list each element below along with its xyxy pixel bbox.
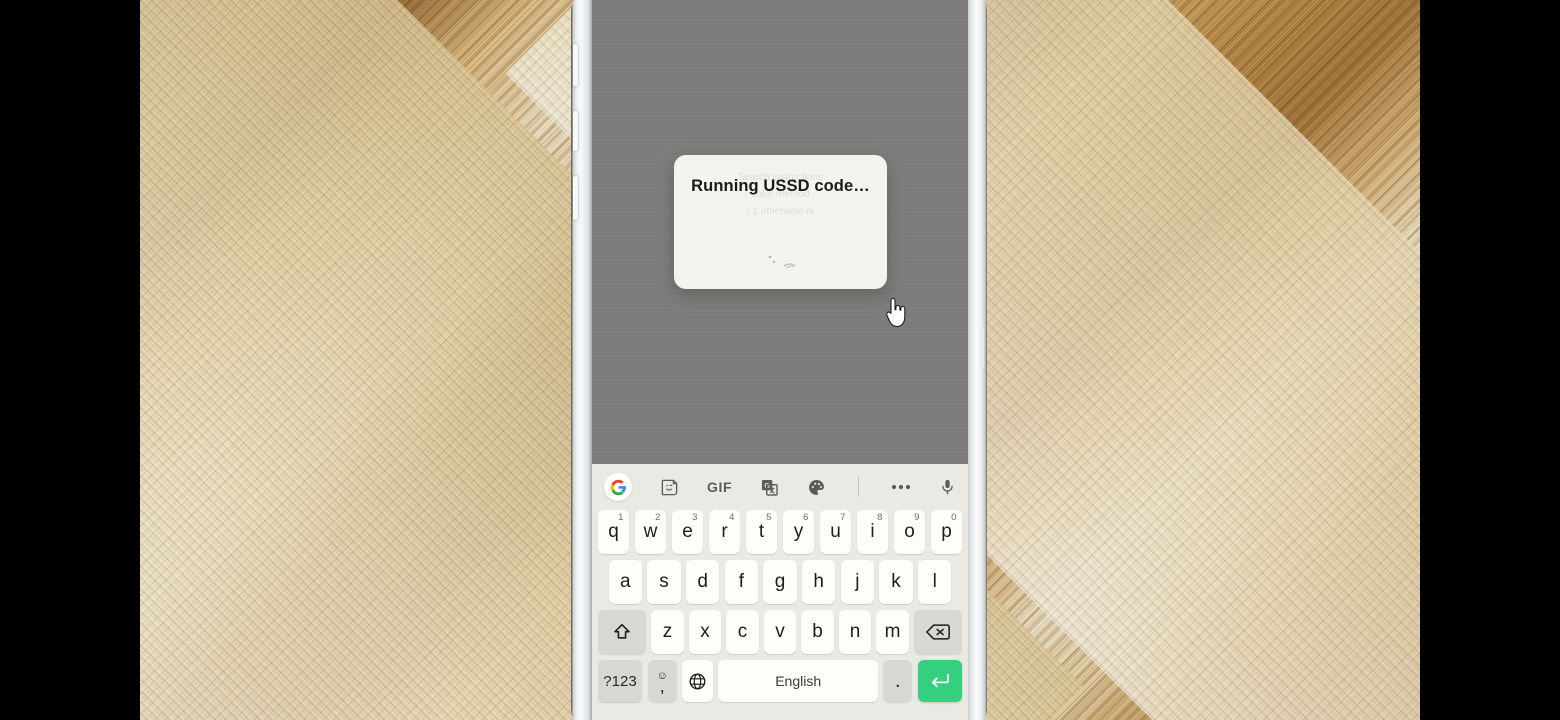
key-b[interactable]: b bbox=[801, 610, 834, 654]
toolbar-divider bbox=[858, 477, 860, 497]
more-options-icon bbox=[891, 484, 911, 490]
ussd-dialog-title: Running USSD code… bbox=[691, 177, 870, 195]
language-switch-key[interactable] bbox=[681, 660, 714, 702]
key-z[interactable]: z bbox=[651, 610, 684, 654]
keyboard-row-4: ?123 ☺ , English . bbox=[595, 660, 965, 702]
key-w-letter: w bbox=[643, 521, 658, 542]
symbols-key[interactable]: ?123 bbox=[597, 660, 643, 702]
key-p-digit: 0 bbox=[951, 512, 957, 523]
key-y[interactable]: 6y bbox=[782, 510, 815, 554]
translate-icon: G bbox=[762, 479, 778, 496]
ussd-progress-dialog: Search instructions color method / 1 oth… bbox=[674, 155, 887, 289]
keyboard-row-3: z x c v b n m bbox=[595, 610, 965, 654]
key-g[interactable]: g bbox=[763, 560, 797, 604]
key-j[interactable]: j bbox=[840, 560, 875, 604]
globe-icon bbox=[689, 673, 706, 689]
key-p[interactable]: 0p bbox=[930, 510, 963, 554]
key-e-digit: 3 bbox=[692, 512, 698, 523]
volume-up-button[interactable] bbox=[573, 44, 578, 86]
period-key[interactable]: . bbox=[883, 660, 913, 702]
key-t-letter: t bbox=[758, 521, 765, 542]
power-button[interactable] bbox=[573, 176, 578, 220]
key-s[interactable]: s bbox=[647, 560, 681, 604]
keyboard-toolbar: GIF G bbox=[592, 464, 968, 510]
keyboard-rows: 1q 2w 3e 4r 5t 6y 7u 8i 9o 0p a s d f g … bbox=[592, 510, 968, 702]
key-w-digit: 2 bbox=[655, 512, 661, 523]
backspace-icon bbox=[926, 624, 951, 640]
key-m[interactable]: m bbox=[876, 610, 909, 654]
screenshot-stage: Supports Smart Search To search for "Col… bbox=[0, 0, 1560, 720]
gboard-keyboard: GIF G 1 q 2 w 3 e 4 r 5 t 6 y 7 u 8 i 9 … bbox=[592, 464, 968, 720]
letterbox-right bbox=[1420, 0, 1560, 720]
key-t-digit: 5 bbox=[766, 512, 772, 523]
key-i[interactable]: 8i bbox=[856, 510, 889, 554]
key-u[interactable]: 7u bbox=[819, 510, 852, 554]
key-l[interactable]: l bbox=[917, 560, 952, 604]
key-i-letter: i bbox=[870, 521, 875, 542]
key-c[interactable]: c bbox=[726, 610, 759, 654]
key-p-letter: p bbox=[941, 521, 952, 542]
key-o[interactable]: 9o bbox=[893, 510, 926, 554]
side-button-right[interactable] bbox=[980, 326, 984, 368]
key-e-letter: e bbox=[682, 521, 693, 542]
key-a[interactable]: a bbox=[608, 560, 643, 604]
phone-screen: Supports Smart Search To search for "Col… bbox=[592, 0, 968, 720]
sticker-icon bbox=[661, 479, 678, 495]
gif-button[interactable]: GIF bbox=[707, 479, 732, 495]
key-d[interactable]: d bbox=[685, 560, 720, 604]
enter-arrow-icon bbox=[931, 673, 950, 688]
key-i-digit: 8 bbox=[877, 512, 883, 523]
key-q-digit: 1 bbox=[618, 512, 624, 523]
microphone-icon bbox=[942, 479, 953, 495]
key-r-digit: 4 bbox=[729, 512, 735, 523]
key-y-letter: y bbox=[793, 521, 804, 542]
key-n[interactable]: n bbox=[838, 610, 872, 654]
shift-arrow-icon bbox=[614, 623, 630, 639]
google-logo-button[interactable] bbox=[604, 473, 632, 501]
key-v[interactable]: v bbox=[763, 610, 797, 654]
letterbox-left bbox=[0, 0, 140, 720]
backspace-key[interactable] bbox=[913, 610, 963, 654]
key-r-letter: r bbox=[721, 521, 728, 542]
key-u-letter: u bbox=[830, 521, 841, 542]
key-r[interactable]: 4r bbox=[708, 510, 741, 554]
more-options-button[interactable] bbox=[891, 484, 911, 490]
translate-button[interactable]: G bbox=[760, 478, 779, 497]
volume-down-button[interactable] bbox=[573, 111, 578, 151]
theme-palette-button[interactable] bbox=[807, 478, 826, 497]
enter-key[interactable] bbox=[917, 660, 963, 702]
voice-input-button[interactable] bbox=[939, 477, 956, 497]
sticker-button[interactable] bbox=[660, 478, 679, 497]
key-q-letter: q bbox=[608, 521, 619, 542]
key-y-digit: 6 bbox=[803, 512, 809, 523]
phone-device: Supports Smart Search To search for "Col… bbox=[571, 0, 987, 720]
space-key[interactable]: English bbox=[718, 660, 879, 702]
comma-key[interactable]: ☺ , bbox=[647, 660, 677, 702]
keyboard-row-2: a s d f g h j k l bbox=[595, 560, 965, 604]
key-q[interactable]: 1q bbox=[597, 510, 630, 554]
key-k[interactable]: k bbox=[879, 560, 913, 604]
shift-key[interactable] bbox=[597, 610, 647, 654]
gif-label: GIF bbox=[706, 479, 733, 495]
key-h[interactable]: h bbox=[801, 560, 836, 604]
loading-spinner-icon bbox=[768, 255, 795, 269]
ghost-line-3: / 1 otherwise /s bbox=[746, 206, 815, 217]
key-o-letter: o bbox=[904, 521, 915, 542]
mouse-cursor-pointer-icon bbox=[886, 298, 906, 328]
keyboard-row-1: 1q 2w 3e 4r 5t 6y 7u 8i 9o 0p bbox=[595, 510, 965, 554]
key-u-digit: 7 bbox=[840, 512, 846, 523]
key-x[interactable]: x bbox=[688, 610, 722, 654]
key-w[interactable]: 2w bbox=[634, 510, 667, 554]
key-f[interactable]: f bbox=[724, 560, 759, 604]
key-e[interactable]: 3e bbox=[671, 510, 704, 554]
comma-label: , bbox=[660, 679, 664, 695]
key-o-digit: 9 bbox=[914, 512, 920, 523]
google-logo-icon bbox=[604, 473, 632, 501]
key-t[interactable]: 5t bbox=[745, 510, 778, 554]
palette-icon bbox=[809, 479, 825, 495]
